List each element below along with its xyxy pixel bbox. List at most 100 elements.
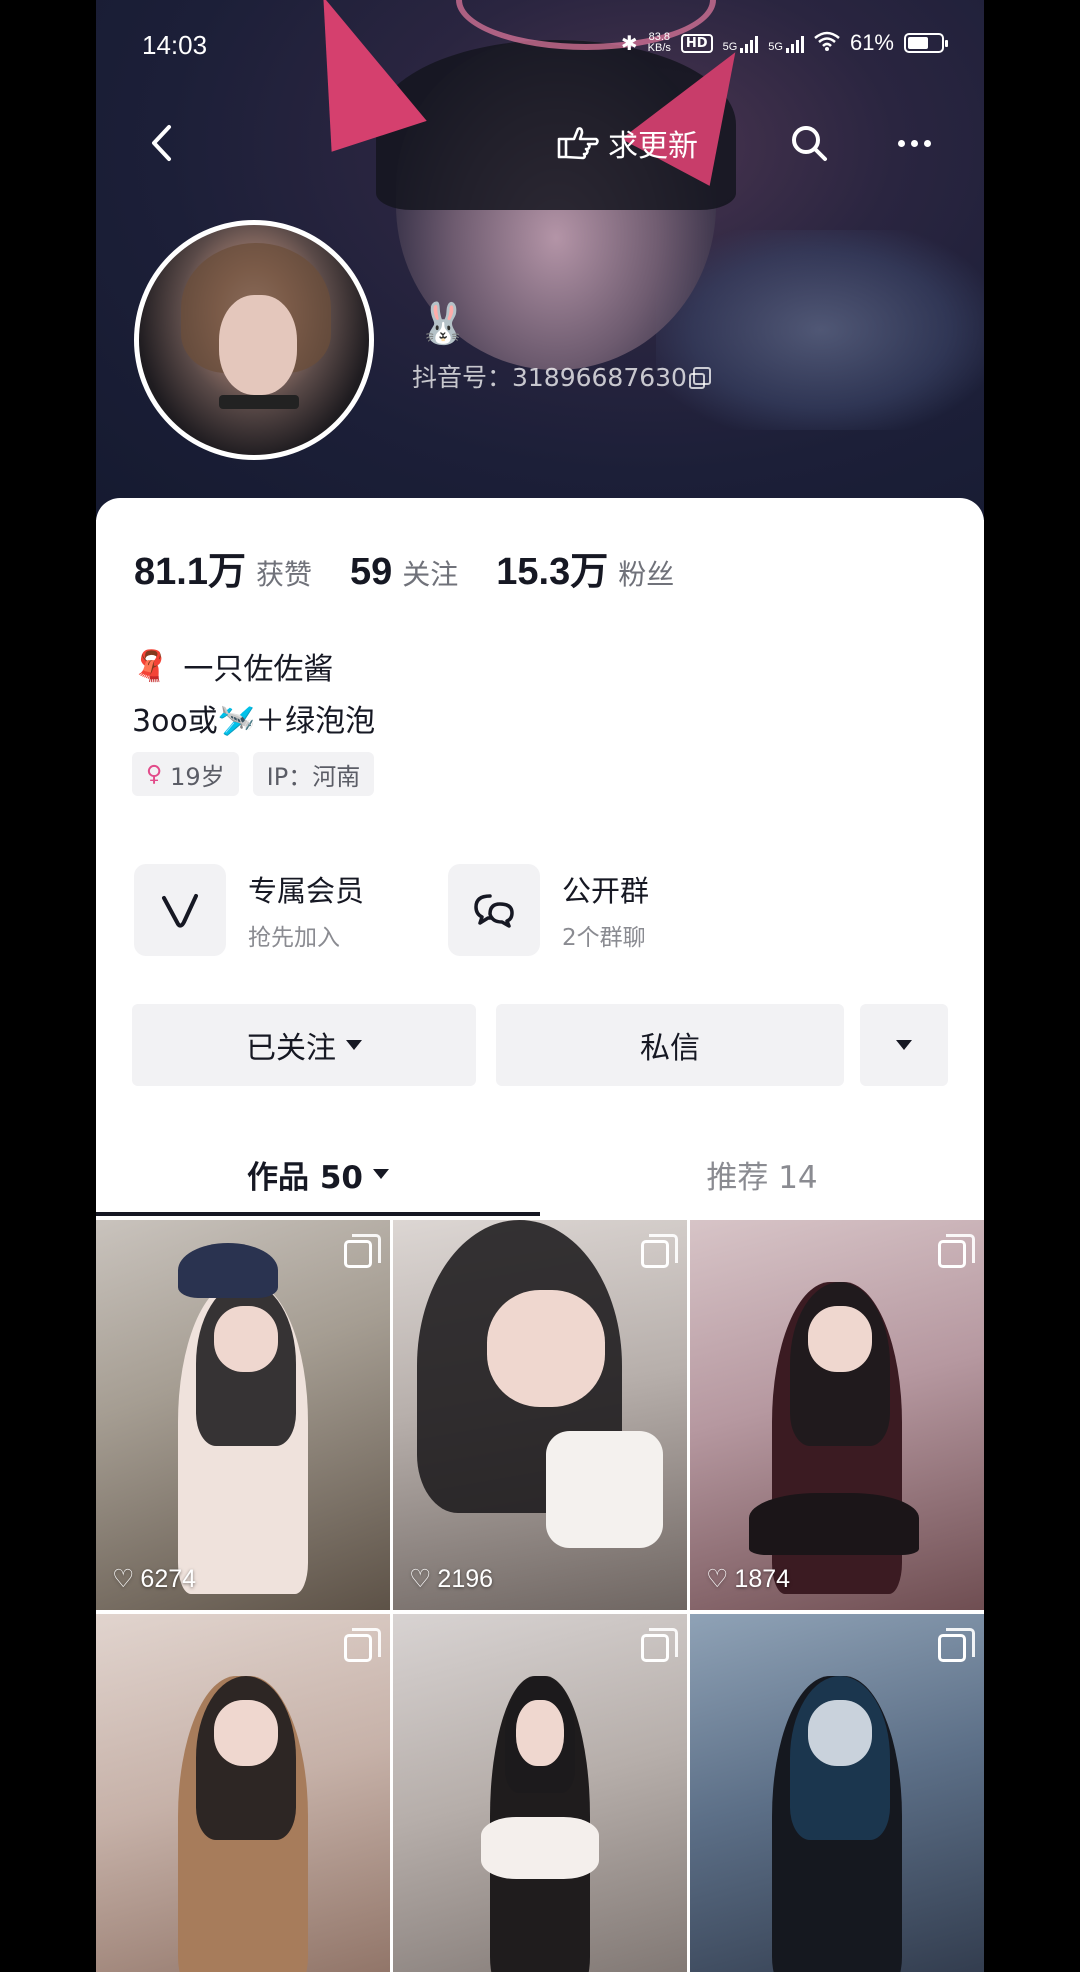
thumb-face bbox=[807, 1699, 873, 1767]
video-thumbnail[interactable] bbox=[690, 1614, 984, 1972]
avatar[interactable] bbox=[134, 220, 374, 460]
more-button[interactable] bbox=[884, 118, 944, 168]
ip-tag-label: IP：河南 bbox=[266, 762, 361, 791]
video-likes: ♡ 6274 bbox=[112, 1564, 196, 1594]
more-dot-icon bbox=[897, 139, 905, 147]
video-thumbnail[interactable] bbox=[393, 1614, 687, 1972]
video-likes-count: 6274 bbox=[140, 1564, 197, 1593]
battery-icon bbox=[904, 33, 948, 53]
stat-likes-number: 81.1万 bbox=[134, 551, 246, 593]
douyin-id[interactable]: 抖音号：31896687630 bbox=[412, 358, 711, 394]
member-subtitle: 抢先加入 bbox=[248, 925, 340, 951]
stat-following-number: 59 bbox=[349, 551, 393, 593]
thumb-face bbox=[807, 1305, 873, 1373]
status-bar: 14:03 ✱ 83.8 KB/s HD 5G 5G 61% bbox=[96, 22, 984, 72]
search-icon bbox=[792, 126, 827, 161]
sim1-label: 5G bbox=[722, 41, 738, 53]
multi-image-icon bbox=[344, 1234, 381, 1268]
dropdown-arrow-icon bbox=[896, 1040, 912, 1050]
thumb-face bbox=[487, 1290, 605, 1408]
more-options-button[interactable] bbox=[860, 1004, 948, 1086]
group-icon-box bbox=[448, 864, 540, 956]
avatar-face bbox=[219, 295, 297, 395]
profile-card: 81.1万 获赞 59 关注 15.3万 粉丝 🧣 一只佐佐酱 3oo或🛩️＋绿… bbox=[96, 498, 984, 1972]
followed-button[interactable]: 已关注 bbox=[132, 1004, 476, 1086]
bio-name: 一只佐佐酱 bbox=[183, 652, 334, 687]
dropdown-arrow-icon bbox=[372, 1169, 389, 1179]
video-thumbnail[interactable]: ♡ 6274 bbox=[96, 1220, 390, 1610]
more-dot-icon bbox=[923, 139, 931, 147]
hd-badge: HD bbox=[680, 33, 713, 53]
scarf-emoji: 🧣 bbox=[132, 648, 170, 684]
sim2-label: 5G bbox=[768, 41, 783, 53]
search-button[interactable] bbox=[784, 118, 834, 168]
tab-works[interactable]: 作品 50 bbox=[96, 1134, 540, 1214]
multi-image-icon bbox=[641, 1234, 678, 1268]
video-likes-count: 2196 bbox=[437, 1564, 494, 1593]
video-likes: ♡ 1874 bbox=[706, 1564, 790, 1594]
thumb-face bbox=[213, 1305, 279, 1373]
stat-following-label: 关注 bbox=[402, 558, 459, 591]
back-button[interactable] bbox=[136, 118, 186, 168]
bio-name-line: 🧣 一只佐佐酱 bbox=[132, 644, 333, 688]
group-subtitle: 2个群聊 bbox=[562, 925, 646, 951]
video-grid: ♡ 6274 ♡ 2196 ♡ 1874 bbox=[96, 1220, 984, 1972]
hat-shape bbox=[178, 1243, 279, 1298]
copy-icon[interactable] bbox=[688, 367, 711, 389]
member-icon-box bbox=[134, 864, 226, 956]
chevron-left-icon bbox=[152, 125, 171, 161]
bio-text: 3oo或🛩️＋绿泡泡 bbox=[132, 704, 376, 739]
stat-likes[interactable]: 81.1万 获赞 bbox=[134, 540, 312, 595]
thumb-face bbox=[213, 1699, 279, 1767]
video-likes-count: 1874 bbox=[734, 1564, 791, 1593]
battery-percent: 61% bbox=[849, 30, 894, 55]
status-time: 14:03 bbox=[142, 30, 208, 60]
douyin-id-text: 抖音号：31896687630 bbox=[412, 363, 687, 392]
chat-bubbles-icon bbox=[474, 894, 514, 928]
signal-1-icon: 5G bbox=[723, 33, 759, 53]
female-icon: ♀ bbox=[146, 761, 163, 787]
video-likes: ♡ 2196 bbox=[409, 1564, 493, 1594]
v-member-icon bbox=[162, 894, 198, 928]
video-thumbnail[interactable] bbox=[96, 1614, 390, 1972]
multi-image-icon bbox=[641, 1628, 678, 1662]
tab-recommend[interactable]: 推荐 14 bbox=[540, 1134, 984, 1214]
profile-tags: ♀ 19岁 IP：河南 bbox=[132, 752, 375, 796]
signal-2-icon: 5G bbox=[768, 33, 804, 53]
stat-following[interactable]: 59 关注 bbox=[350, 551, 458, 594]
request-update-button[interactable]: 求更新 bbox=[556, 118, 698, 168]
age-tag-label: 19岁 bbox=[170, 762, 225, 791]
stats-row: 81.1万 获赞 59 关注 15.3万 粉丝 bbox=[134, 540, 674, 595]
more-dot-icon bbox=[910, 139, 918, 147]
video-thumbnail[interactable]: ♡ 2196 bbox=[393, 1220, 687, 1610]
wifi-icon bbox=[814, 31, 840, 56]
heart-outline-icon: ♡ bbox=[112, 1565, 135, 1593]
pointing-hand-icon bbox=[557, 127, 599, 160]
message-button[interactable]: 私信 bbox=[496, 1004, 844, 1086]
heart-outline-icon: ♡ bbox=[409, 1565, 432, 1593]
ip-tag: IP：河南 bbox=[252, 752, 375, 796]
stat-followers-label: 粉丝 bbox=[618, 558, 675, 591]
dropdown-arrow-icon bbox=[346, 1040, 362, 1050]
exclusive-member-entry[interactable]: 专属会员 抢先加入 bbox=[134, 864, 364, 956]
battery-fill bbox=[908, 37, 928, 49]
avatar-collar bbox=[219, 395, 299, 409]
multi-image-icon bbox=[938, 1234, 975, 1268]
heart-outline-icon: ♡ bbox=[706, 1565, 729, 1593]
status-indicators: ✱ 83.8 KB/s HD 5G 5G 61% bbox=[620, 30, 948, 56]
bunny-emoji: 🐰 bbox=[418, 301, 468, 347]
stat-followers[interactable]: 15.3万 粉丝 bbox=[496, 540, 674, 595]
collar-shape bbox=[545, 1430, 664, 1548]
request-update-label: 求更新 bbox=[608, 129, 698, 164]
bluetooth-icon: ✱ bbox=[620, 31, 638, 55]
public-group-entry[interactable]: 公开群 2个群聊 bbox=[448, 864, 649, 956]
network-speed-unit: KB/s bbox=[647, 42, 671, 54]
skirt-shape bbox=[748, 1493, 920, 1556]
stat-likes-label: 获赞 bbox=[255, 558, 312, 591]
age-tag: ♀ 19岁 bbox=[132, 752, 239, 796]
multi-image-icon bbox=[344, 1628, 381, 1662]
phone-screen: 14:03 ✱ 83.8 KB/s HD 5G 5G 61% 求更新 🐰 抖音号… bbox=[96, 0, 984, 1972]
multi-image-icon bbox=[938, 1628, 975, 1662]
tab-active-indicator bbox=[96, 1212, 540, 1216]
video-thumbnail[interactable]: ♡ 1874 bbox=[690, 1220, 984, 1610]
